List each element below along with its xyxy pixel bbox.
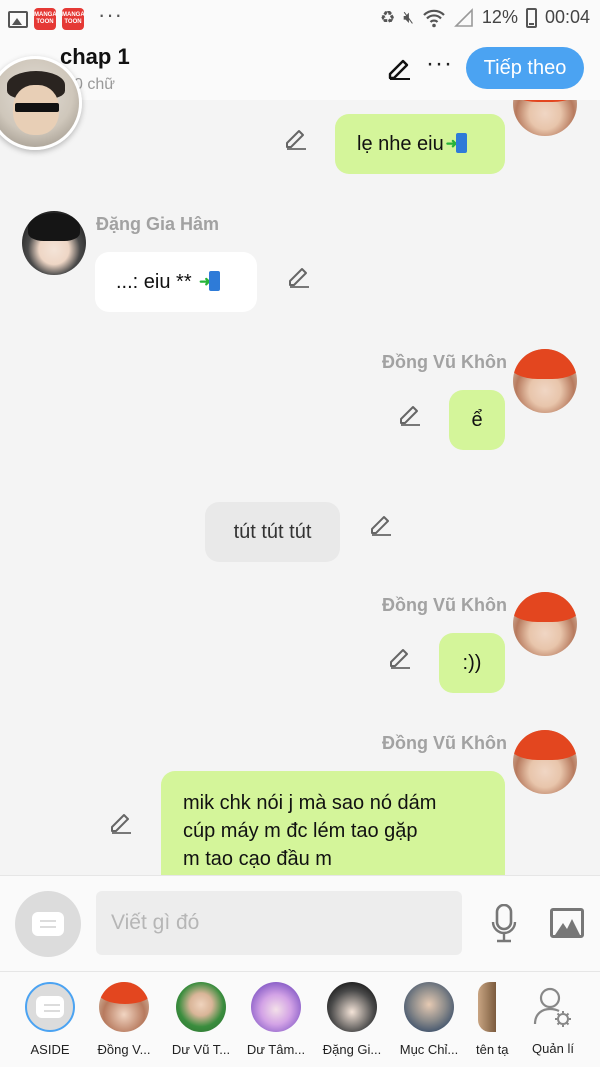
character-label: tên tạ [476,1042,509,1057]
message-text: ...: eiu ** [116,271,192,293]
chat-bubble-icon [32,912,64,936]
character-dong-vu-khon[interactable]: Đồng V... [86,982,162,1057]
status-system: ♻ 🔇︎ 12% 00:04 [380,7,590,28]
message-input[interactable] [96,891,462,955]
status-notifications: MANGA TOON MANGA TOON ··· [8,2,123,30]
battery-icon [525,7,537,28]
edit-message-icon[interactable] [286,262,312,288]
sender-name: Đồng Vũ Khôn [382,733,507,753]
character-ten-ta[interactable]: tên tạ [466,982,516,1057]
wifi-icon [423,9,445,27]
more-notifications-icon: ··· [98,2,123,27]
message-bubble[interactable]: :)) [439,633,505,693]
editor-header: chap 1 0 chữ ··· Tiếp theo [0,36,600,100]
message-bubble[interactable]: ...: eiu ** ➜ [95,252,257,312]
character-bar: ASIDE Đồng V... Dư Vũ T... Dư Tâm... Đặn… [0,971,600,1067]
edit-title-icon[interactable] [386,54,412,80]
message-line: cúp máy m đc lém tao gặp [183,820,418,842]
message-text: ể [471,409,483,431]
chat-area[interactable]: lẹ nhe eiu ➜ Đặng Gia Hâm ...: eiu ** ➜ Đ… [0,100,600,875]
character-dang-gia-ham[interactable]: Đặng Gi... [314,982,390,1057]
edit-message-icon[interactable] [368,510,394,536]
mangatoon-notification-icon: MANGA TOON [62,8,85,30]
gallery-notification-icon [8,10,28,28]
status-bar: MANGA TOON MANGA TOON ··· ♻ 🔇︎ 12% 00:04 [0,0,600,36]
sender-name: Đồng Vũ Khôn [382,352,507,372]
character-label: Dư Vũ T... [171,1042,231,1057]
character-label: ASIDE [30,1042,70,1057]
next-button[interactable]: Tiếp theo [466,47,584,89]
aside-bubble[interactable]: tút tút tút [205,502,340,562]
edit-message-icon[interactable] [108,808,134,834]
message-type-button[interactable] [15,891,81,957]
character-aside[interactable]: ASIDE [12,982,88,1057]
edit-message-icon[interactable] [397,400,423,426]
chapter-title[interactable]: chap 1 [60,44,130,70]
sender-name: Đặng Gia Hâm [96,214,220,234]
character-avatar [176,982,226,1032]
recycle-icon: ♻ [379,7,396,27]
arrow-phone-icon: ➜ [199,271,221,291]
character-du-vu-t[interactable]: Dư Vũ T... [163,982,239,1057]
clock: 00:04 [544,7,590,27]
mute-icon: 🔇︎ [403,7,414,27]
user-settings-icon [533,987,571,1027]
character-label: Dư Tâm... [246,1042,306,1057]
edit-message-icon[interactable] [387,643,413,669]
sender-name: Đồng Vũ Khôn [382,595,507,615]
message-bubble[interactable]: ể [449,390,505,450]
message-text: tút tút tút [233,521,312,543]
compose-bar [0,875,600,971]
message-text: :)) [462,652,482,674]
message-line: m tao cạo đầu m [183,848,332,870]
arrow-phone-icon: ➜ [446,133,468,153]
character-avatar [404,982,454,1032]
battery-percent: 12% [481,7,518,27]
aside-icon [25,982,75,1032]
avatar-dong-vu-khon[interactable] [513,349,577,413]
chat-bubble-icon [36,996,64,1018]
avatar-glasses [15,103,59,112]
character-avatar [327,982,377,1032]
character-label: Đặng Gi... [322,1042,382,1057]
character-muc-chi[interactable]: Mục Chỉ... [391,982,467,1057]
manage-characters-button[interactable]: Quản lí [515,982,591,1056]
avatar-dong-vu-khon[interactable] [513,592,577,656]
signal-icon [453,7,473,27]
avatar-dang-gia-ham[interactable] [22,211,86,275]
message-bubble[interactable]: mik chk nói j mà sao nó dám cúp máy m đc… [161,771,505,875]
avatar-dong-vu-khon[interactable] [513,730,577,794]
more-options-button[interactable]: ··· [426,50,453,78]
message-text: lẹ nhe eiu [357,133,444,155]
character-avatar [99,982,149,1032]
edit-message-icon[interactable] [283,124,309,150]
character-label: Mục Chỉ... [399,1042,459,1057]
character-avatar [478,982,508,1032]
mangatoon-notification-icon: MANGA TOON [34,8,57,30]
image-upload-icon[interactable] [550,908,584,938]
character-du-tam[interactable]: Dư Tâm... [238,982,314,1057]
character-label: Quản lí [532,1041,574,1056]
message-bubble[interactable]: lẹ nhe eiu ➜ [335,114,505,174]
character-avatar [251,982,301,1032]
avatar-dong-vu-khon[interactable] [513,100,577,136]
character-label: Đồng V... [97,1042,151,1057]
message-line: mik chk nói j mà sao nó dám [183,792,437,814]
microphone-icon[interactable] [491,904,517,944]
